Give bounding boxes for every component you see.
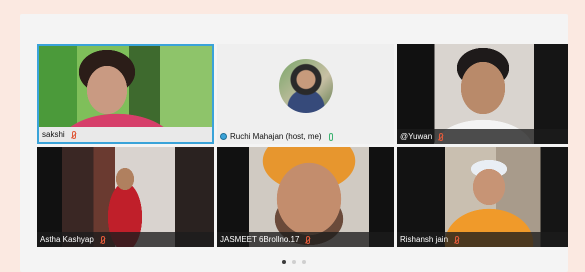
participant-tile-host[interactable]: Ruchi Mahajan (host, me) — [217, 44, 394, 144]
page-dot-3[interactable] — [302, 260, 306, 264]
participant-name-bar: JASMEET 6Brollno.17 — [217, 232, 394, 247]
participant-tile-astha[interactable]: Astha Kashyap — [37, 147, 214, 247]
page-dot-2[interactable] — [292, 260, 296, 264]
participant-tile-rishansh[interactable]: Rishansh jain — [397, 147, 568, 247]
mic-muted-icon — [439, 132, 444, 141]
host-badge-icon — [220, 133, 227, 140]
mic-on-icon — [328, 132, 333, 141]
participant-name: Ruchi Mahajan (host, me) — [230, 132, 322, 141]
mic-muted-icon — [306, 235, 311, 244]
page-dot-1[interactable] — [282, 260, 286, 264]
participant-name: Rishansh jain — [400, 235, 449, 244]
participant-name-bar: @Yuwan — [397, 129, 568, 144]
participant-name-bar: Ruchi Mahajan (host, me) — [217, 129, 394, 144]
participant-name: Astha Kashyap — [40, 235, 94, 244]
host-avatar — [279, 59, 333, 113]
participant-name: sakshi — [42, 130, 65, 139]
mic-muted-icon — [100, 235, 105, 244]
video-gallery: sakshi Ruchi Mahajan (host, me) @Yuwan A… — [20, 14, 568, 272]
mic-muted-icon — [455, 235, 460, 244]
participant-tile-jasmeet[interactable]: JASMEET 6Brollno.17 — [217, 147, 394, 247]
mic-muted-icon — [71, 130, 76, 139]
participant-tile-yuwan[interactable]: @Yuwan — [397, 44, 568, 144]
participant-tile-sakshi[interactable]: sakshi — [37, 44, 214, 144]
page-indicator — [20, 260, 568, 264]
participant-name-bar: Rishansh jain — [397, 232, 568, 247]
participant-name: @Yuwan — [400, 132, 433, 141]
participant-name: JASMEET 6Brollno.17 — [220, 235, 300, 244]
participant-name-bar: sakshi — [39, 127, 212, 142]
participant-name-bar: Astha Kashyap — [37, 232, 214, 247]
